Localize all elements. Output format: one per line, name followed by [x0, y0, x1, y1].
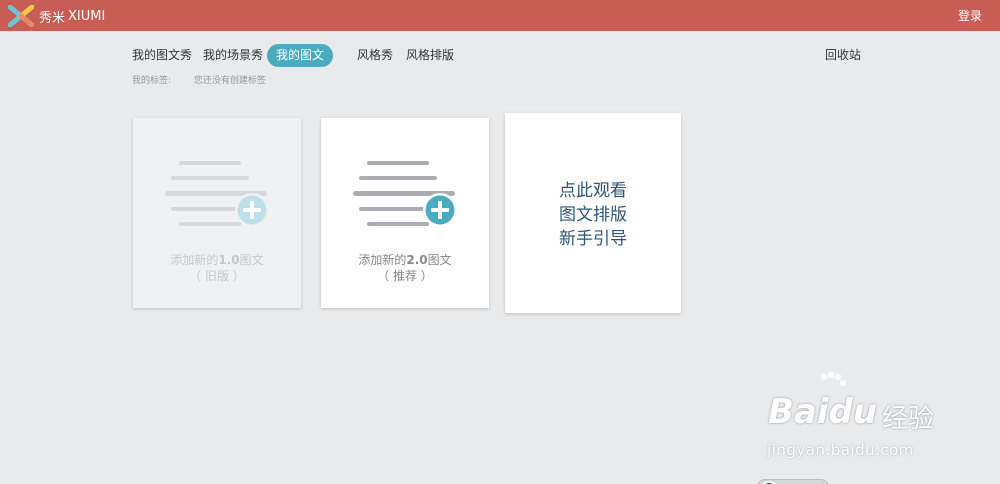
tab-style-show[interactable]: 风格秀: [348, 44, 402, 67]
add-document-icon: [353, 161, 457, 227]
beginner-guide-card[interactable]: 点此观看 图文排版 新手引导: [505, 113, 681, 313]
card-old-label: 添加新的1.0图文: [170, 253, 264, 267]
guide-text: 点此观看 图文排版 新手引导: [559, 181, 627, 249]
tags-empty-text: 您还没有创建标签: [193, 76, 266, 86]
card-new-label: 添加新的2.0图文: [358, 253, 452, 267]
watermark-cn: 经验: [882, 404, 935, 434]
card-old-sublabel: （ 旧版 ）: [189, 269, 245, 283]
tab-my-scene-show[interactable]: 我的场景秀: [194, 44, 272, 67]
brand-name-cn: 秀米: [39, 10, 66, 26]
logo[interactable]: 秀米 XIUMI: [8, 5, 105, 27]
add-graphic-1-0-card[interactable]: 添加新的1.0图文 （ 旧版 ）: [133, 118, 301, 308]
add-graphic-2-0-card[interactable]: 添加新的2.0图文 （ 推荐 ）: [321, 118, 489, 308]
xiumi-logo-icon: [8, 5, 34, 27]
tab-my-graphic-show[interactable]: 我的图文秀: [123, 44, 201, 67]
tags-label: 我的标签:: [132, 76, 172, 86]
top-bar: 秀米 XIUMI 登录: [0, 0, 1000, 31]
card-new-sublabel: （ 推荐 ）: [377, 269, 433, 283]
login-link[interactable]: 登录: [958, 7, 982, 24]
tag-row: 我的标签: 您还没有创建标签: [132, 73, 266, 86]
add-document-icon: [165, 161, 269, 227]
bottom-toggle[interactable]: [757, 479, 829, 484]
watermark-url: jingyan.baidu.com: [767, 441, 914, 459]
brand-name-en: XIUMI: [68, 8, 106, 24]
watermark-brand: Baidu: [768, 392, 878, 432]
recycle-bin-link[interactable]: 回收站: [816, 44, 870, 67]
tab-my-graphics[interactable]: 我的图文: [267, 44, 334, 67]
tab-style-layout[interactable]: 风格排版: [397, 44, 463, 67]
main-nav: 我的图文秀 我的场景秀 我的图文 风格秀 风格排版 回收站: [0, 44, 1000, 68]
